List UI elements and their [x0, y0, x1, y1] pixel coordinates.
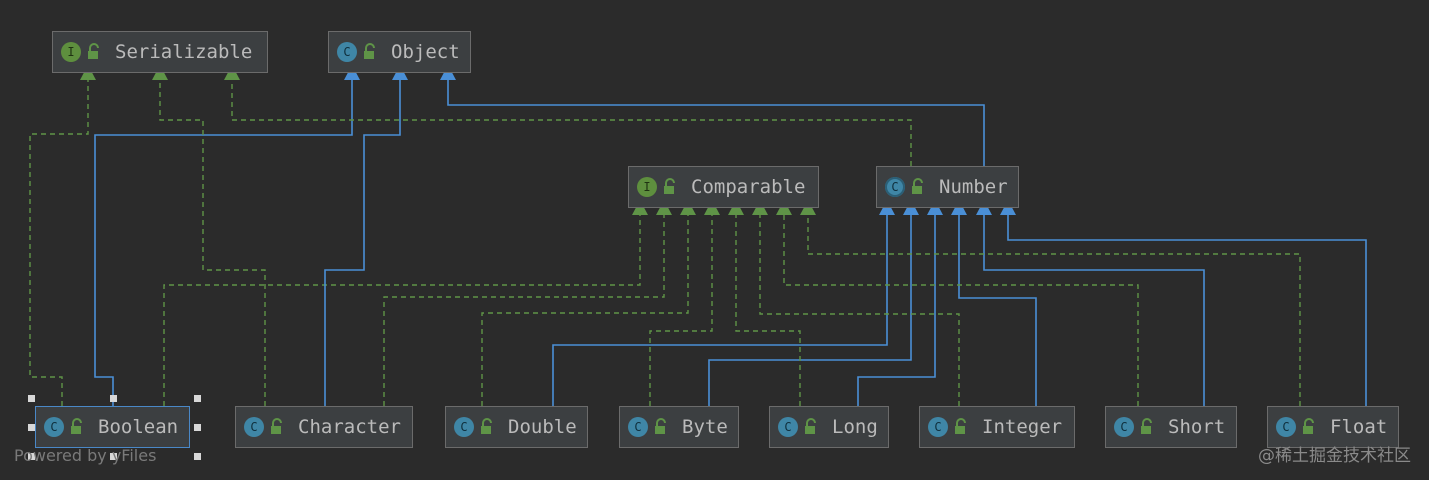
watermark-powered-by: Powered by yFiles: [14, 446, 157, 465]
node-label: Character: [298, 416, 401, 438]
node-label: Integer: [982, 416, 1063, 438]
edge-boolean-implements-serializable: [29, 80, 89, 406]
node-double[interactable]: C Double: [445, 406, 588, 448]
node-label: Object: [391, 41, 460, 63]
class-icon: C: [928, 417, 948, 437]
selection-handle[interactable]: [110, 395, 117, 402]
edge-number-implements-serializable: [231, 80, 912, 166]
edge-long-extends-number: [857, 215, 936, 406]
abstract-class-icon: C: [885, 177, 905, 197]
node-byte[interactable]: C Byte: [619, 406, 739, 448]
public-lock-icon: [88, 43, 99, 59]
interface-icon: I: [61, 42, 81, 62]
edge-short-implements-comparable: [783, 215, 1139, 406]
node-serializable[interactable]: I Serializable: [52, 31, 268, 73]
selection-handle[interactable]: [28, 424, 35, 431]
edge-long-implements-comparable: [735, 215, 801, 406]
public-lock-icon: [955, 418, 966, 434]
node-label: Long: [832, 416, 878, 438]
edge-boolean-implements-comparable: [163, 215, 641, 406]
public-lock-icon: [364, 43, 375, 59]
node-label: Float: [1330, 416, 1388, 438]
class-icon: C: [778, 417, 798, 437]
selection-handle[interactable]: [194, 395, 201, 402]
class-icon: C: [1114, 417, 1134, 437]
edge-byte-implements-comparable: [649, 215, 713, 406]
class-icon: C: [628, 417, 648, 437]
edge-double-implements-comparable: [481, 215, 689, 406]
selection-handle[interactable]: [194, 453, 201, 460]
public-lock-icon: [71, 418, 82, 434]
selection-handle[interactable]: [28, 395, 35, 402]
node-object[interactable]: C Object: [328, 31, 471, 73]
edge-character-implements-serializable: [159, 80, 266, 406]
node-short[interactable]: C Short: [1105, 406, 1237, 448]
public-lock-icon: [481, 418, 492, 434]
edge-character-implements-comparable: [383, 215, 665, 406]
node-label: Serializable: [115, 41, 253, 63]
node-label: Short: [1168, 416, 1226, 438]
node-integer[interactable]: C Integer: [919, 406, 1075, 448]
node-label: Comparable: [691, 176, 806, 198]
edge-short-extends-number: [983, 215, 1205, 406]
node-label: Byte: [682, 416, 728, 438]
edge-double-extends-number: [552, 215, 888, 406]
class-icon: C: [44, 417, 64, 437]
class-icon: C: [337, 42, 357, 62]
public-lock-icon: [912, 178, 923, 194]
public-lock-icon: [1141, 418, 1152, 434]
edge-character-extends-object: [324, 80, 401, 406]
node-number[interactable]: C Number: [876, 166, 1019, 208]
node-label: Number: [939, 176, 1008, 198]
interface-icon: I: [637, 177, 657, 197]
node-comparable[interactable]: I Comparable: [628, 166, 819, 208]
selection-handle[interactable]: [194, 424, 201, 431]
class-icon: C: [1276, 417, 1296, 437]
watermark-site: @稀土掘金技术社区: [1258, 446, 1411, 466]
public-lock-icon: [664, 178, 675, 194]
node-label: Double: [508, 416, 577, 438]
public-lock-icon: [805, 418, 816, 434]
class-icon: C: [244, 417, 264, 437]
public-lock-icon: [1303, 418, 1314, 434]
node-long[interactable]: C Long: [769, 406, 889, 448]
public-lock-icon: [655, 418, 666, 434]
edge-number-extends-object: [447, 80, 985, 166]
edge-boolean-extends-object: [94, 80, 353, 406]
node-label: Boolean: [98, 416, 179, 438]
public-lock-icon: [271, 418, 282, 434]
edge-float-extends-number: [1007, 215, 1367, 406]
edge-integer-extends-number: [958, 215, 1037, 406]
node-boolean[interactable]: C Boolean: [35, 406, 190, 448]
class-icon: C: [454, 417, 474, 437]
node-character[interactable]: C Character: [235, 406, 413, 448]
